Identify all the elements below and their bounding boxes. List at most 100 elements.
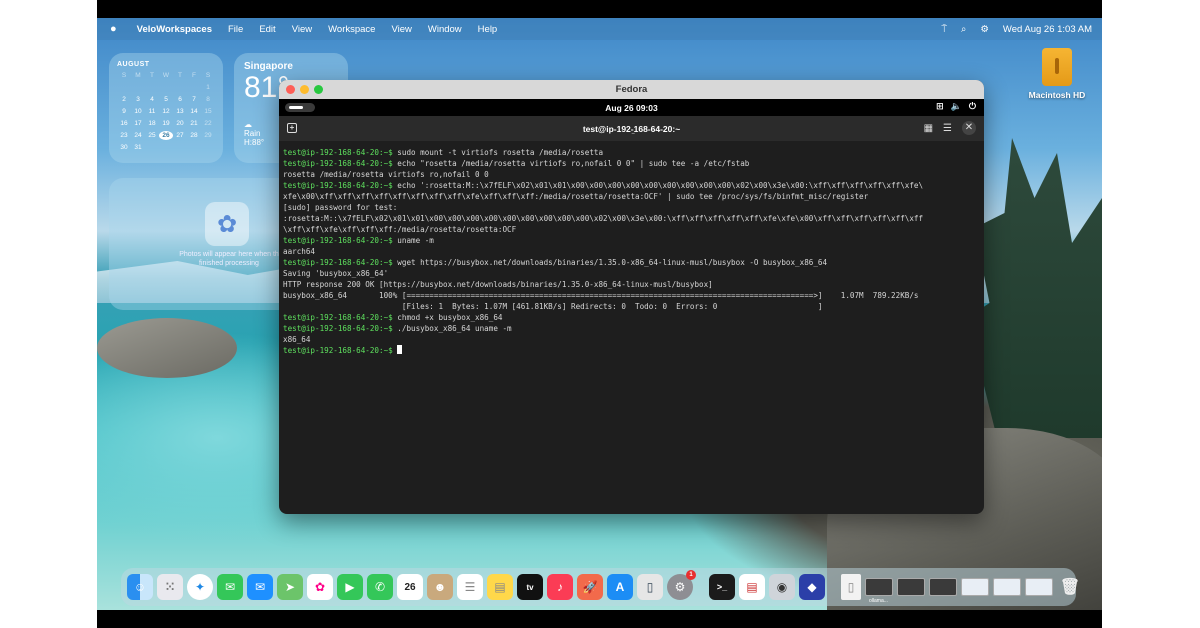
phone-icon[interactable]: ✆ [367,574,393,600]
mac-screen: ● VeloWorkspaces File Edit View Workspac… [97,0,1102,628]
safari-icon[interactable]: ✦ [187,574,213,600]
calendar-day: 31 [134,144,142,151]
terminal-line-text: xfe\x00\xff\xff\xff\xff\xff\xff\xff\xff\… [283,192,869,201]
menu-edit[interactable]: Edit [259,24,275,35]
macintosh-hd-label: Macintosh HD [1028,90,1086,100]
gnome-top-bar: Aug 26 09:03 ⊞ 🔈 ⏻ [279,99,984,116]
power-icon: ⏻ [968,101,976,111]
calendar-day: 4 [150,96,154,103]
rocket-app-icon[interactable]: 🚀 [577,574,603,600]
terminal-line: busybox_x86_64 100% [===================… [283,290,980,301]
document-icon[interactable]: ▯ [841,574,861,600]
gnome-clock[interactable]: Aug 26 09:03 [605,103,657,113]
terminal-header-buttons: ▦ ☰ ✕ [924,121,976,135]
apple-menu-icon[interactable]: ● [110,23,117,35]
calendar-day: 22 [204,120,212,127]
terminal-line-text: rosetta /media/rosetta virtiofs ro,nofai… [283,170,489,179]
terminal-prompt: test@ip-192-168-64-20:~$ [283,346,393,355]
apple-tv-icon[interactable]: tv [517,574,543,600]
menu-window[interactable]: Window [428,24,462,35]
app-store-icon[interactable]: A [607,574,633,600]
close-terminal-icon[interactable]: ✕ [962,121,976,135]
minimized-window-thumb-1[interactable] [865,578,893,596]
control-center-icon[interactable]: ⚙ [980,24,989,35]
minimized-window-thumb-4[interactable] [961,578,989,596]
activities-indicator-icon[interactable] [285,103,315,112]
minimized-window-thumb-6[interactable] [1025,578,1053,596]
terminal-line-text: uname -m [392,236,434,245]
terminal-line-text: sudo mount -t virtiofs rosetta /media/ro… [392,148,604,157]
facetime-icon[interactable]: ▶ [337,574,363,600]
disk-utility-icon[interactable]: ◉ [769,574,795,600]
maps-icon[interactable]: ➤ [277,574,303,600]
antenna-icon[interactable]: ⍑ [941,24,947,35]
simulator-icon[interactable]: ▯ [637,574,663,600]
terminal-line-text: aarch64 [283,247,316,256]
minimize-window-button[interactable] [300,85,309,94]
veloworkspaces-icon[interactable]: ◆ [799,574,825,600]
terminal-app-icon[interactable]: >_ [709,574,735,600]
music-icon[interactable]: ♪ [547,574,573,600]
terminal-current-line[interactable]: test@ip-192-168-64-20:~$ [283,345,980,356]
window-titlebar[interactable]: Fedora [279,80,984,99]
terminal-line-text: echo ':rosetta:M::\x7fELF\x02\x01\x01\x0… [392,181,924,190]
photos-icon[interactable]: ✿ [307,574,333,600]
fedora-vm-window[interactable]: Fedora Aug 26 09:03 ⊞ 🔈 ⏻ + test@ip-192-… [279,80,984,514]
maximize-window-button[interactable] [314,85,323,94]
close-window-button[interactable] [286,85,295,94]
menu-file[interactable]: File [228,24,243,35]
mail-icon[interactable]: ✉ [247,574,273,600]
notes-icon[interactable]: ▤ [487,574,513,600]
calendar-widget[interactable]: AUGUST S M T W T F S 1 2 3 4 5 6 7 8 9 10 11 12 13 14 15 16 17 1… [109,53,223,163]
calendar-app-icon[interactable]: 26 [397,574,423,600]
terminal-prompt: test@ip-192-168-64-20:~$ [283,236,393,245]
terminal-line-text: echo "rosetta /media/rosetta virtiofs ro… [392,159,750,168]
calendar-day: 11 [148,108,156,115]
contacts-icon[interactable]: ☻ [427,574,453,600]
terminal-line: test@ip-192-168-64-20:~$ ./busybox_x86_6… [283,323,980,334]
new-tab-icon[interactable]: + [287,123,297,133]
finder-icon[interactable]: ☺ [127,574,153,600]
photos-widget[interactable]: ✿ Photos will appear here when th finish… [109,178,299,310]
terminal-line: [Files: 1 Bytes: 1.07M [461.81KB/s] Redi… [283,301,980,312]
calendar-day: 2 [122,96,126,103]
gnome-status-area[interactable]: ⊞ 🔈 ⏻ [936,101,976,112]
trash-icon[interactable]: 🗑 [1057,574,1083,600]
terminal-line-text: x86_64 [283,335,311,344]
terminal-line-text: Saving 'busybox_x86_64' [283,269,389,278]
textedit-icon[interactable]: ▤ [739,574,765,600]
calendar-grid: S M T W T F S 1 2 3 4 5 6 7 8 9 10 11 12 13 14 15 16 17 18 19 20 21… [117,71,215,152]
menu-view[interactable]: View [292,24,312,35]
menu-app-name[interactable]: VeloWorkspaces [137,24,212,35]
grid-view-icon[interactable]: ▦ [924,123,933,134]
calendar-weekday: F [192,72,196,79]
calendar-day: 20 [176,120,184,127]
calendar-day [173,143,187,152]
system-settings-icon[interactable]: ⚙ 1 [667,570,696,600]
hamburger-menu-icon[interactable]: ☰ [943,123,952,134]
launchpad-icon[interactable]: ⁙ [157,574,183,600]
terminal-cursor [397,345,403,354]
calendar-day [187,83,201,92]
calendar-day: 25 [148,132,156,139]
minimized-window-thumb-5[interactable] [993,578,1021,596]
calendar-day: 8 [206,96,210,103]
messages-icon[interactable]: ✉ [217,574,243,600]
calendar-day: 27 [176,132,184,139]
menu-help[interactable]: Help [478,24,498,35]
hard-drive-icon [1042,48,1072,86]
spotlight-search-icon[interactable]: ⌕ [961,24,966,35]
menu-view-2[interactable]: View [391,24,411,35]
macintosh-hd-icon[interactable]: Macintosh HD [1021,48,1093,100]
calendar-day: 5 [164,96,168,103]
calendar-weekday: S [121,72,127,79]
minimized-window-thumb-2[interactable] [897,578,925,596]
minimized-window-thumb-3[interactable] [929,578,957,596]
reminders-icon[interactable]: ☰ [457,574,483,600]
menu-workspace[interactable]: Workspace [328,24,375,35]
calendar-day: 29 [204,132,212,139]
calendar-day: 12 [162,108,170,115]
terminal-output[interactable]: test@ip-192-168-64-20:~$ sudo mount -t v… [279,141,984,356]
menu-clock[interactable]: Wed Aug 26 1:03 AM [1003,24,1092,35]
terminal-prompt: test@ip-192-168-64-20:~$ [283,148,393,157]
